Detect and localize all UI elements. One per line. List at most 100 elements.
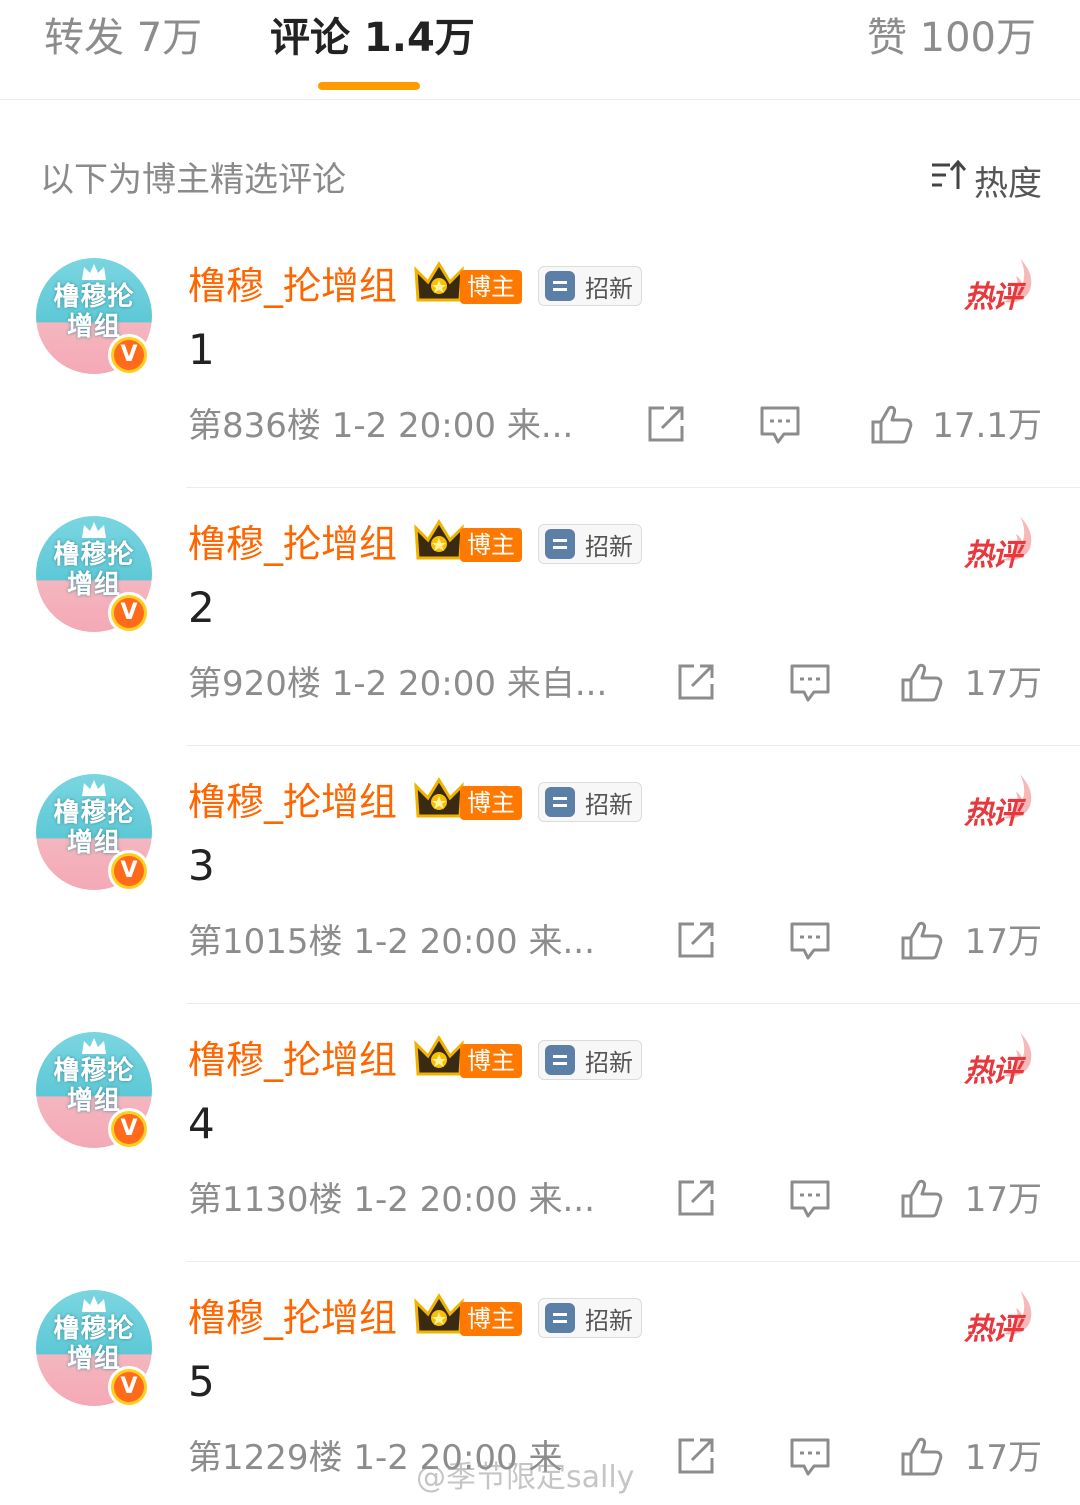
hot-comment-badge: 热评 xyxy=(960,256,1036,315)
hot-comment-badge: 热评 xyxy=(960,1288,1036,1347)
username[interactable]: 橹穆_抡增组 xyxy=(188,778,397,826)
hot-comment-label: 热评 xyxy=(964,1054,1022,1089)
verified-icon: V xyxy=(108,334,150,376)
username[interactable]: 橹穆_抡增组 xyxy=(188,1036,397,1084)
comment-meta: 第920楼 1-2 20:00 来自... xyxy=(188,664,608,704)
username[interactable]: 橹穆_抡增组 xyxy=(188,262,397,310)
crown-icon xyxy=(414,519,464,560)
hot-comment-label: 热评 xyxy=(964,538,1022,573)
like-button[interactable] xyxy=(900,660,948,708)
reply-button[interactable] xyxy=(788,918,836,966)
avatar-text: 橹穆抡增组 xyxy=(53,540,135,600)
reply-button[interactable] xyxy=(758,402,806,450)
hot-comment-label: 热评 xyxy=(964,796,1022,831)
like-count: 17万 xyxy=(964,1438,1042,1478)
reply-button[interactable] xyxy=(788,1176,836,1224)
tab-repost[interactable]: 转发 7万 xyxy=(44,10,202,66)
comment-item: 橹穆抡增组 V 橹穆_抡增组 博主 招新 热评 2 第920楼 1-2 20:0… xyxy=(0,488,1080,746)
comment-text: 2 xyxy=(188,583,215,632)
comment-icon xyxy=(790,1180,830,1218)
recruit-tag[interactable]: 招新 xyxy=(538,1040,642,1080)
comment-item: 橹穆抡增组 V 橹穆_抡增组 博主 招新 热评 3 第1015楼 1-2 20:… xyxy=(0,746,1080,1004)
repost-icon xyxy=(678,664,714,700)
recruit-label: 招新 xyxy=(585,532,633,561)
avatar-crown-icon xyxy=(82,522,106,538)
avatar-crown-icon xyxy=(82,1038,106,1054)
tab-comments[interactable]: 评论 1.4万 xyxy=(270,10,475,66)
repost-button[interactable] xyxy=(674,1434,722,1482)
blogger-tag: 博主 xyxy=(460,1044,522,1078)
like-count: 17万 xyxy=(964,664,1042,704)
blogger-tag: 博主 xyxy=(460,528,522,562)
repost-icon xyxy=(648,406,684,442)
comment-icon xyxy=(790,664,830,702)
comment-icon xyxy=(790,1438,830,1476)
recruit-label: 招新 xyxy=(585,1306,633,1335)
crown-icon xyxy=(414,777,464,818)
comment-meta: 第836楼 1-2 20:00 来... xyxy=(188,406,574,446)
reply-button[interactable] xyxy=(788,660,836,708)
sort-label: 热度 xyxy=(974,163,1042,204)
comment-icon xyxy=(790,922,830,960)
avatar-text: 橹穆抡增组 xyxy=(53,1314,135,1374)
crown-icon xyxy=(414,1293,464,1334)
comment-text: 3 xyxy=(188,841,215,890)
repost-button[interactable] xyxy=(674,918,722,966)
hot-comment-badge: 热评 xyxy=(960,1030,1036,1089)
recruit-icon xyxy=(545,529,575,559)
sort-by-hotness-button[interactable]: 热度 xyxy=(930,156,1042,204)
repost-icon xyxy=(678,922,714,958)
recruit-tag[interactable]: 招新 xyxy=(538,266,642,306)
like-count: 17.1万 xyxy=(932,406,1042,446)
comment-item: 橹穆抡增组 V 橹穆_抡增组 博主 招新 热评 1 第836楼 1-2 20:0… xyxy=(0,230,1080,488)
like-button[interactable] xyxy=(900,1434,948,1482)
recruit-tag[interactable]: 招新 xyxy=(538,1298,642,1338)
recruit-label: 招新 xyxy=(585,790,633,819)
recruit-icon xyxy=(545,1303,575,1333)
sort-icon xyxy=(930,157,968,204)
verified-icon: V xyxy=(108,1108,150,1150)
verified-icon: V xyxy=(108,850,150,892)
repost-icon xyxy=(678,1180,714,1216)
comment-text: 1 xyxy=(188,325,215,374)
like-button[interactable] xyxy=(870,402,918,450)
repost-button[interactable] xyxy=(674,1176,722,1224)
crown-icon xyxy=(414,261,464,302)
recruit-label: 招新 xyxy=(585,1048,633,1077)
avatar-crown-icon xyxy=(82,264,106,280)
comment-meta: 第1130楼 1-2 20:00 来... xyxy=(188,1180,595,1220)
username[interactable]: 橹穆_抡增组 xyxy=(188,1294,397,1342)
thumbs-up-icon xyxy=(871,405,913,444)
like-button[interactable] xyxy=(900,918,948,966)
blogger-tag: 博主 xyxy=(460,270,522,304)
verified-icon: V xyxy=(108,1366,150,1408)
like-button[interactable] xyxy=(900,1176,948,1224)
comment-item: 橹穆抡增组 V 橹穆_抡增组 博主 招新 热评 4 第1130楼 1-2 20:… xyxy=(0,1004,1080,1262)
comment-text: 4 xyxy=(188,1099,215,1148)
avatar-crown-icon xyxy=(82,780,106,796)
repost-button[interactable] xyxy=(644,402,692,450)
selected-comments-note: 以下为博主精选评论 xyxy=(40,160,346,200)
username[interactable]: 橹穆_抡增组 xyxy=(188,520,397,568)
recruit-icon xyxy=(545,271,575,301)
recruit-tag[interactable]: 招新 xyxy=(538,524,642,564)
hot-comment-label: 热评 xyxy=(964,280,1022,315)
recruit-tag[interactable]: 招新 xyxy=(538,782,642,822)
verified-icon: V xyxy=(108,592,150,634)
avatar-crown-icon xyxy=(82,1296,106,1312)
avatar-text: 橹穆抡增组 xyxy=(53,1056,135,1116)
recruit-icon xyxy=(545,1045,575,1075)
repost-button[interactable] xyxy=(674,660,722,708)
crown-icon xyxy=(414,1035,464,1076)
blogger-tag: 博主 xyxy=(460,786,522,820)
comment-icon xyxy=(760,406,800,444)
tab-likes[interactable]: 赞 100万 xyxy=(867,10,1036,66)
comment-meta: 第1015楼 1-2 20:00 来... xyxy=(188,922,595,962)
repost-icon xyxy=(678,1438,714,1474)
thumbs-up-icon xyxy=(901,1437,943,1476)
blogger-tag: 博主 xyxy=(460,1302,522,1336)
like-count: 17万 xyxy=(964,922,1042,962)
reply-button[interactable] xyxy=(788,1434,836,1482)
avatar-text: 橹穆抡增组 xyxy=(53,798,135,858)
like-count: 17万 xyxy=(964,1180,1042,1220)
